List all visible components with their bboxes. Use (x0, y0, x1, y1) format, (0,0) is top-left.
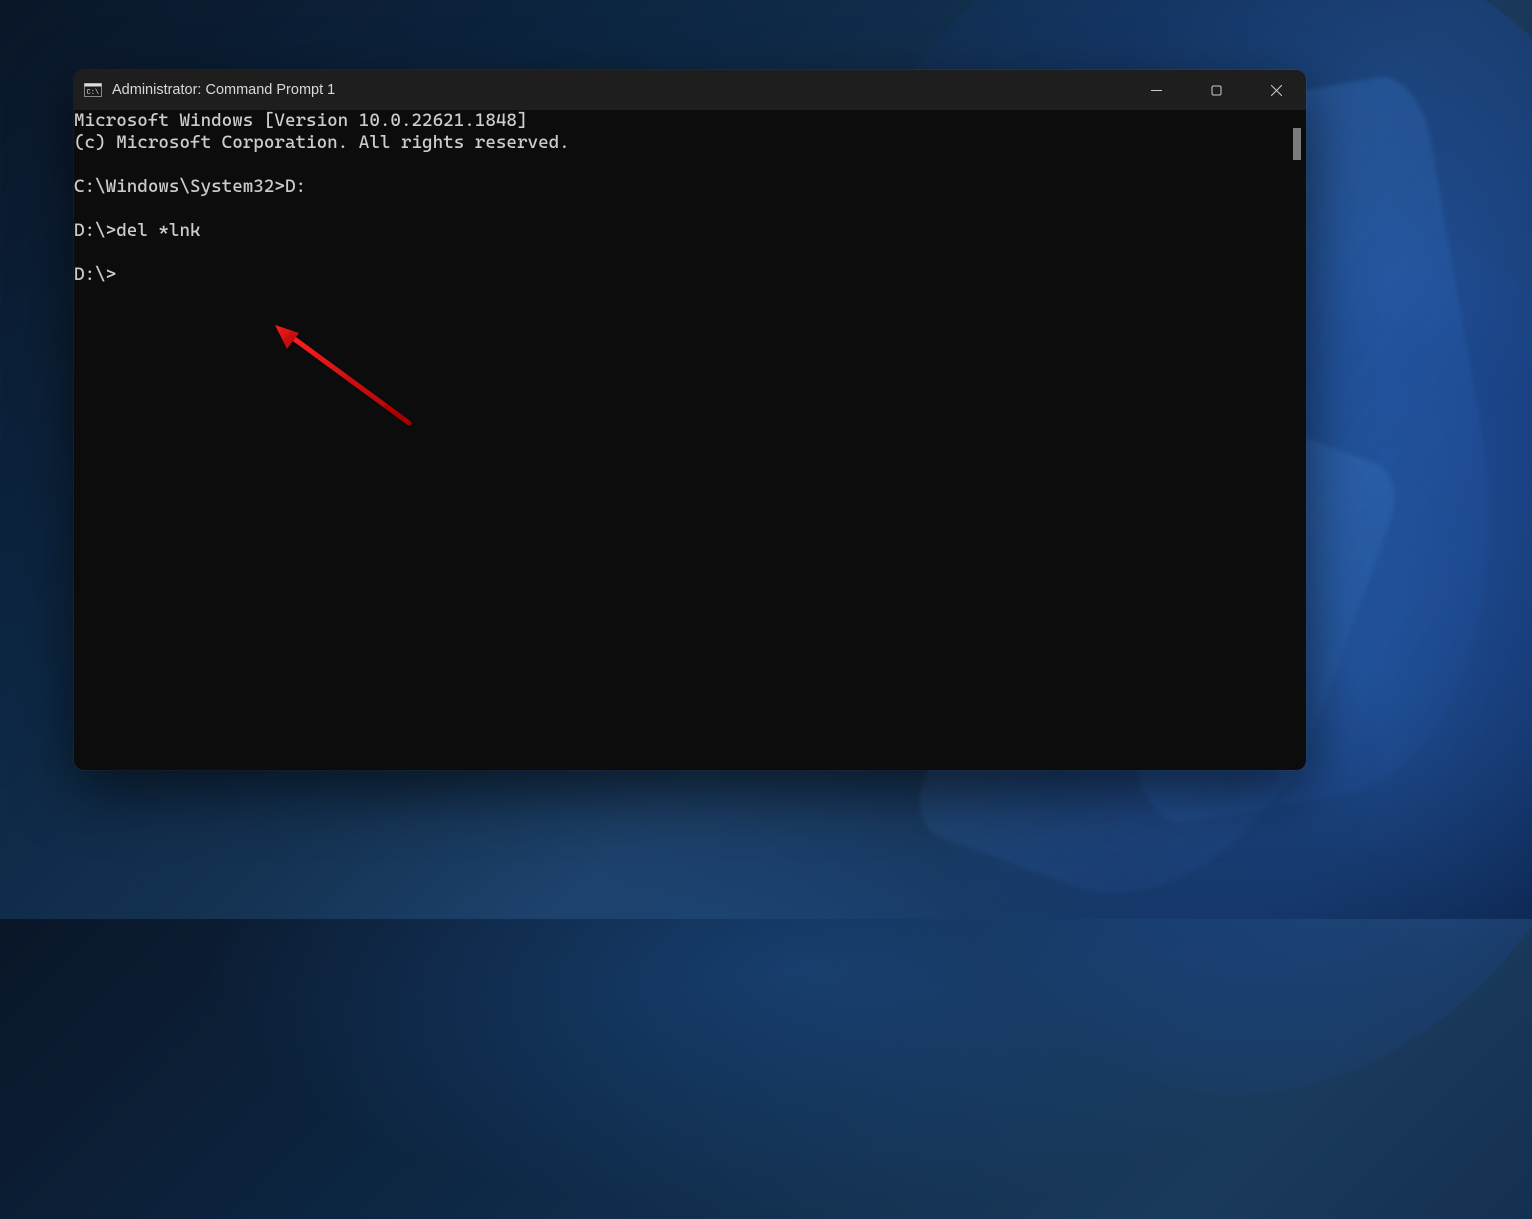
terminal-line: (c) Microsoft Corporation. All rights re… (74, 132, 1288, 154)
terminal-line (74, 198, 1288, 220)
window-title: Administrator: Command Prompt 1 (112, 82, 335, 98)
titlebar[interactable]: C:\ Administrator: Command Prompt 1 (74, 70, 1306, 110)
window-controls (1126, 70, 1306, 110)
close-button[interactable] (1246, 70, 1306, 110)
svg-text:C:\: C:\ (87, 89, 100, 97)
terminal-line: D:\> (74, 264, 1288, 286)
terminal-body[interactable]: Microsoft Windows [Version 10.0.22621.18… (74, 110, 1306, 770)
terminal-line: C:\Windows\System32>D: (74, 176, 1288, 198)
command-prompt-window: C:\ Administrator: Command Prompt 1 Micr… (74, 70, 1306, 770)
maximize-button[interactable] (1186, 70, 1246, 110)
minimize-button[interactable] (1126, 70, 1186, 110)
terminal-line: D:\>del *lnk (74, 220, 1288, 242)
terminal-line: Microsoft Windows [Version 10.0.22621.18… (74, 110, 1288, 132)
cmd-icon: C:\ (84, 82, 102, 98)
terminal-output: Microsoft Windows [Version 10.0.22621.18… (74, 110, 1288, 770)
scrollbar-thumb[interactable] (1293, 128, 1301, 160)
scrollbar[interactable] (1288, 110, 1306, 770)
terminal-line (74, 242, 1288, 264)
terminal-line (74, 154, 1288, 176)
